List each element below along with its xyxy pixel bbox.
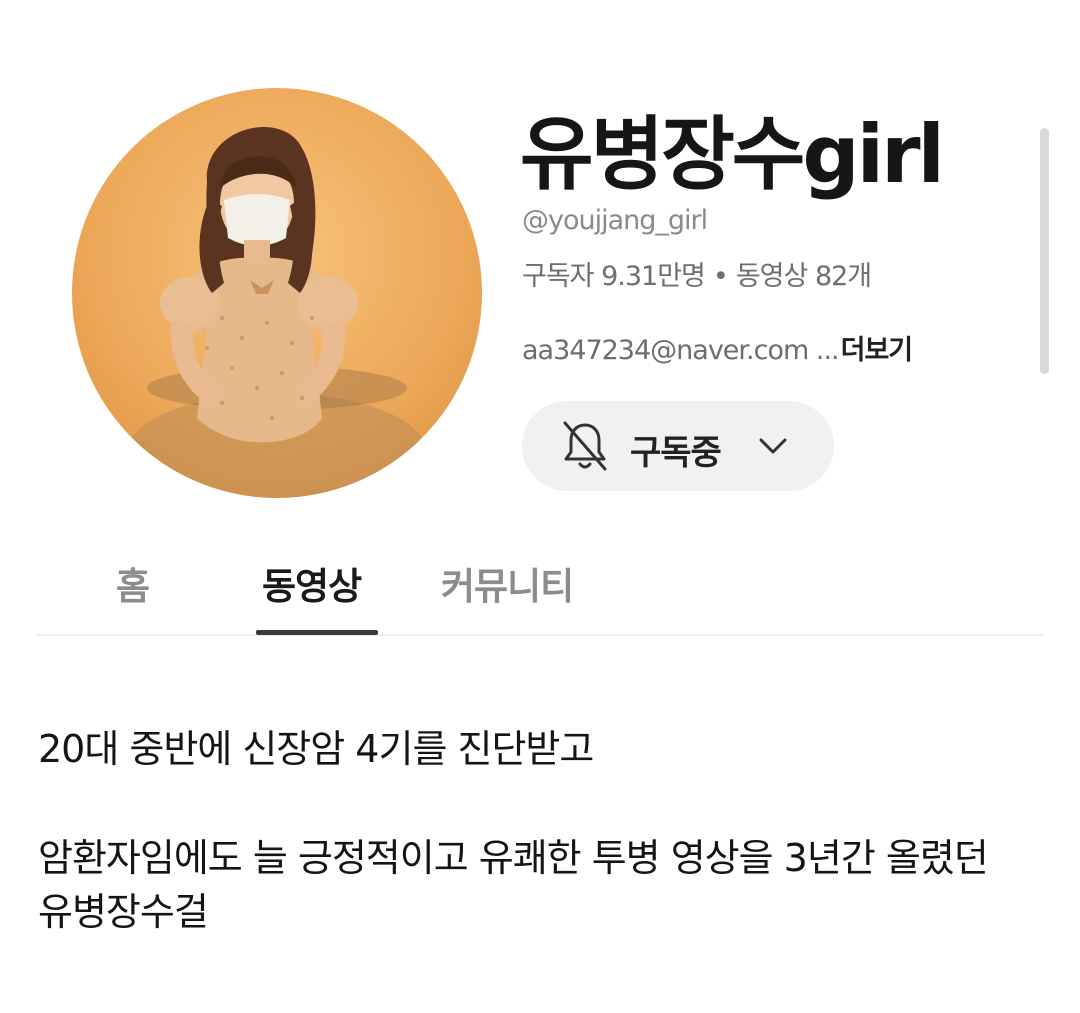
- avatar-photo: [127, 126, 427, 498]
- caption-line-2: 암환자임에도 늘 긍정적이고 유쾌한 투병 영상을 3년간 올렸던: [38, 836, 989, 880]
- active-tab-indicator: [256, 630, 378, 635]
- caption-line-3: 유병장수걸: [38, 890, 209, 934]
- channel-tabs: 홈 동영상 커뮤니티: [36, 550, 1044, 640]
- caption-line-1: 20대 중반에 신장암 4기를 진단받고: [38, 727, 594, 771]
- tab-home[interactable]: 홈: [116, 556, 150, 610]
- stats-separator: •: [712, 261, 729, 292]
- subscribed-label: 구독중: [630, 433, 722, 473]
- tab-videos[interactable]: 동영상: [262, 556, 362, 610]
- tab-community[interactable]: 커뮤니티: [441, 556, 574, 610]
- description-text: aa347234@naver.com ...: [522, 335, 840, 366]
- chevron-down-icon: [759, 438, 787, 454]
- channel-handle: @youjjang_girl: [522, 205, 708, 236]
- video-count: 동영상 82개: [735, 261, 872, 292]
- tabs-divider: [36, 634, 1044, 636]
- channel-avatar[interactable]: [72, 88, 482, 498]
- channel-description[interactable]: aa347234@naver.com ...더보기: [522, 328, 914, 367]
- subscribed-button[interactable]: 구독중: [522, 401, 834, 491]
- more-link[interactable]: 더보기: [841, 335, 914, 366]
- scrollbar[interactable]: [1040, 128, 1049, 374]
- subscriber-count: 구독자 9.31만명: [522, 261, 706, 292]
- channel-name: 유병장수girl: [520, 108, 945, 201]
- bell-off-icon: [563, 421, 607, 471]
- channel-stats: 구독자 9.31만명 • 동영상 82개: [522, 254, 872, 293]
